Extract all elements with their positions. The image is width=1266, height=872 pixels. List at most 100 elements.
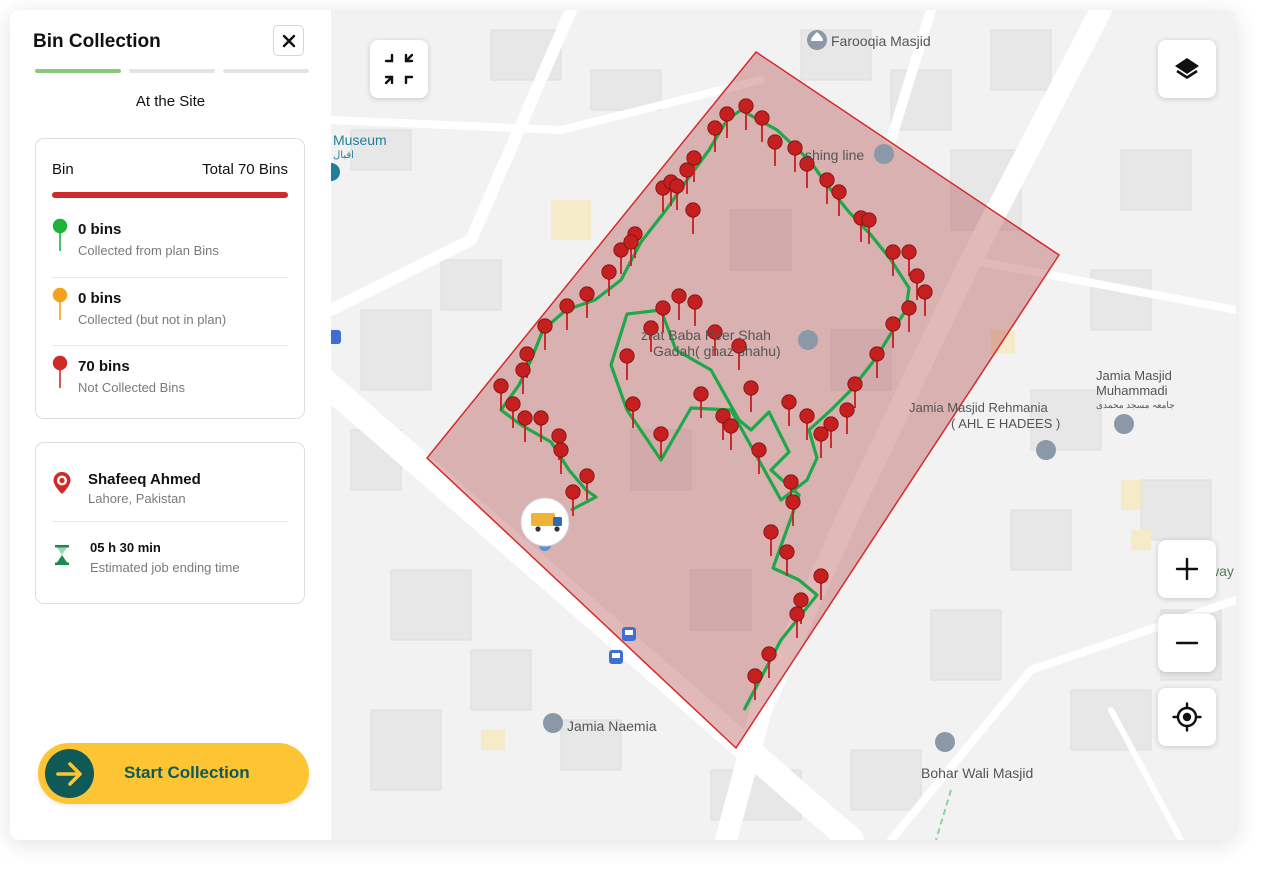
bin-pin[interactable] [686,150,702,166]
bin-pin[interactable] [693,386,709,402]
poi-label: جامعہ مسجد محمدی [1096,400,1175,410]
map-view[interactable]: Farooqia Masjid Museum اقبال shing line … [331,10,1236,840]
poi-label: Jamia Naemia [567,718,657,734]
red-pin-icon [52,355,68,388]
bin-pin[interactable] [493,378,509,394]
bin-pin[interactable] [515,362,531,378]
bin-pin[interactable] [783,474,799,490]
bin-pin[interactable] [869,346,885,362]
step-label: At the Site [135,93,206,110]
start-collection-label: Start Collection [124,763,250,782]
bin-pin[interactable] [763,524,779,540]
poi-fishing: shing line [805,144,894,164]
bin-pin[interactable] [861,212,877,228]
bin-pin[interactable] [901,300,917,316]
bin-header-label: Bin [52,161,74,178]
bin-pin[interactable] [553,442,569,458]
bin-pin[interactable] [754,110,770,126]
bin-pin[interactable] [579,468,595,484]
bin-pin[interactable] [747,668,763,684]
bin-pin[interactable] [623,234,639,250]
bin-pin[interactable] [619,348,635,364]
bin-pin[interactable] [847,376,863,392]
bin-pin[interactable] [799,408,815,424]
bin-pin[interactable] [687,294,703,310]
green-pin-icon [52,218,68,251]
total-bins-label: Total 70 Bins [202,161,288,178]
bin-pin[interactable] [625,396,641,412]
bin-pin[interactable] [517,410,533,426]
poi-label: zrat Baba Peer Shah [641,327,771,343]
bin-pin[interactable] [655,300,671,316]
bin-pin[interactable] [909,268,925,284]
start-circle [45,749,94,798]
collapse-map-button[interactable] [370,40,428,98]
bin-pin[interactable] [779,544,795,560]
bin-pin[interactable] [785,494,801,510]
close-button[interactable] [273,25,304,56]
locate-icon [1172,702,1202,732]
bin-pin[interactable] [551,428,567,444]
map-layers-button[interactable] [1158,40,1216,98]
driver-row: Shafeeq Ahmed Lahore, Pakistan [52,467,288,521]
bin-pin[interactable] [707,120,723,136]
bin-pin[interactable] [781,394,797,410]
poi-label: shing line [805,147,864,163]
bin-pin[interactable] [813,426,829,442]
bin-pin[interactable] [761,646,777,662]
bin-count: 0 bins [78,221,122,238]
app-window: Bin Collection At the Site Bin Total 70 … [10,10,1236,840]
bin-pin[interactable] [767,134,783,150]
my-location-button[interactable] [1158,688,1216,746]
bin-status-unplanned: 0 bins Collected (but not in plan) [52,277,288,346]
bin-pin[interactable] [653,426,669,442]
bin-pin[interactable] [787,140,803,156]
bin-pin[interactable] [519,346,535,362]
start-collection-button[interactable]: Start Collection [38,743,309,804]
bin-pin[interactable] [831,184,847,200]
bin-desc: Collected from plan Bins [78,243,219,258]
bin-card-header: Bin Total 70 Bins [52,161,288,178]
bin-pin[interactable] [559,298,575,314]
poi-label: ( AHL E HADEES ) [951,416,1060,431]
zoom-out-button[interactable] [1158,614,1216,672]
bin-pin[interactable] [839,402,855,418]
location-pin-icon [53,472,71,494]
job-info-card: Shafeeq Ahmed Lahore, Pakistan 05 h 30 m… [35,442,305,604]
panel-title: Bin Collection [33,31,161,52]
eta-desc: Estimated job ending time [90,560,240,575]
poi-label: Farooqia Masjid [831,33,931,49]
bin-pin[interactable] [917,284,933,300]
bin-pin[interactable] [601,264,617,280]
bin-pin[interactable] [885,244,901,260]
bin-pin[interactable] [793,592,809,608]
bin-pin[interactable] [537,318,553,334]
zoom-in-button[interactable] [1158,540,1216,598]
bin-pin[interactable] [719,106,735,122]
bin-pin[interactable] [901,244,917,260]
step-1 [35,69,121,73]
bin-pin[interactable] [885,316,901,332]
bin-pin[interactable] [533,410,549,426]
poi-label: Muhammadi [1096,383,1168,398]
layers-icon [1175,58,1199,79]
zoom-out-icon [1175,641,1199,645]
bin-pin[interactable] [671,288,687,304]
bin-pin[interactable] [789,606,805,622]
collapse-icon [384,53,414,85]
step-2 [129,69,215,73]
bin-desc: Collected (but not in plan) [78,312,227,327]
bin-pin[interactable] [669,178,685,194]
bin-pin[interactable] [723,418,739,434]
bin-pin[interactable] [738,98,754,114]
bin-pin[interactable] [819,172,835,188]
bin-pin[interactable] [505,396,521,412]
bin-pin[interactable] [579,286,595,302]
bin-pin[interactable] [743,380,759,396]
bin-pin[interactable] [685,202,701,218]
bin-pin[interactable] [565,484,581,500]
orange-pin-icon [52,287,68,320]
bin-pin[interactable] [751,442,767,458]
poi-label: Jamia Masjid Rehmania [909,400,1048,415]
bin-pin[interactable] [813,568,829,584]
